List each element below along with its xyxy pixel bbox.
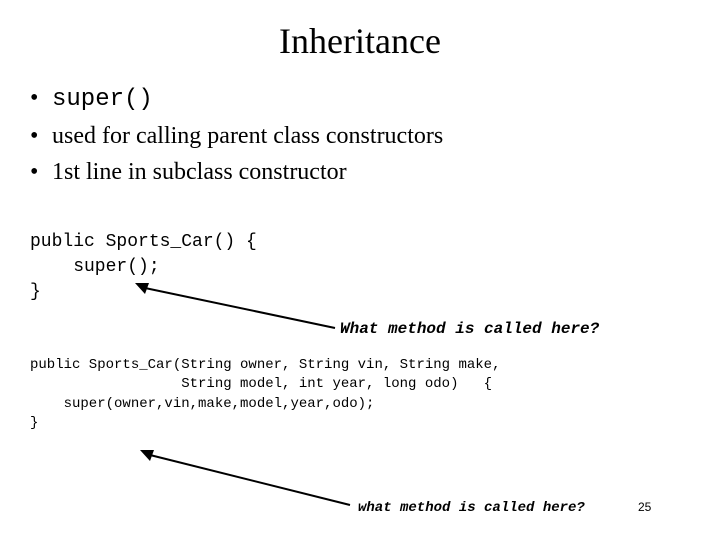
arrow-icon <box>140 450 360 510</box>
bullet-item: 1st line in subclass constructor <box>30 154 690 190</box>
slide-title: Inheritance <box>30 20 690 62</box>
code-line: } <box>30 415 38 431</box>
code-block-2: public Sports_Car(String owner, String v… <box>30 356 690 434</box>
code-line: super(owner,vin,make,model,year,odo); <box>30 396 374 412</box>
bullet-text: super() <box>52 86 153 113</box>
code-block-1: public Sports_Car() { super(); } <box>30 230 690 306</box>
annotation-text: what method is called here? <box>358 500 585 516</box>
bullet-item: super() <box>30 80 690 118</box>
code-line: String model, int year, long odo) { <box>30 376 492 392</box>
code-line: public Sports_Car() { <box>30 232 257 252</box>
bullet-text: 1st line in subclass constructor <box>52 159 347 185</box>
annotation-text: What method is called here? <box>340 320 599 338</box>
page-number: 25 <box>638 500 651 514</box>
code-line: public Sports_Car(String owner, String v… <box>30 357 500 373</box>
code-line: super(); <box>30 257 160 277</box>
code-line: } <box>30 282 41 302</box>
bullet-text: used for calling parent class constructo… <box>52 123 443 149</box>
bullet-list: super() used for calling parent class co… <box>30 80 690 190</box>
bullet-item: used for calling parent class constructo… <box>30 118 690 154</box>
